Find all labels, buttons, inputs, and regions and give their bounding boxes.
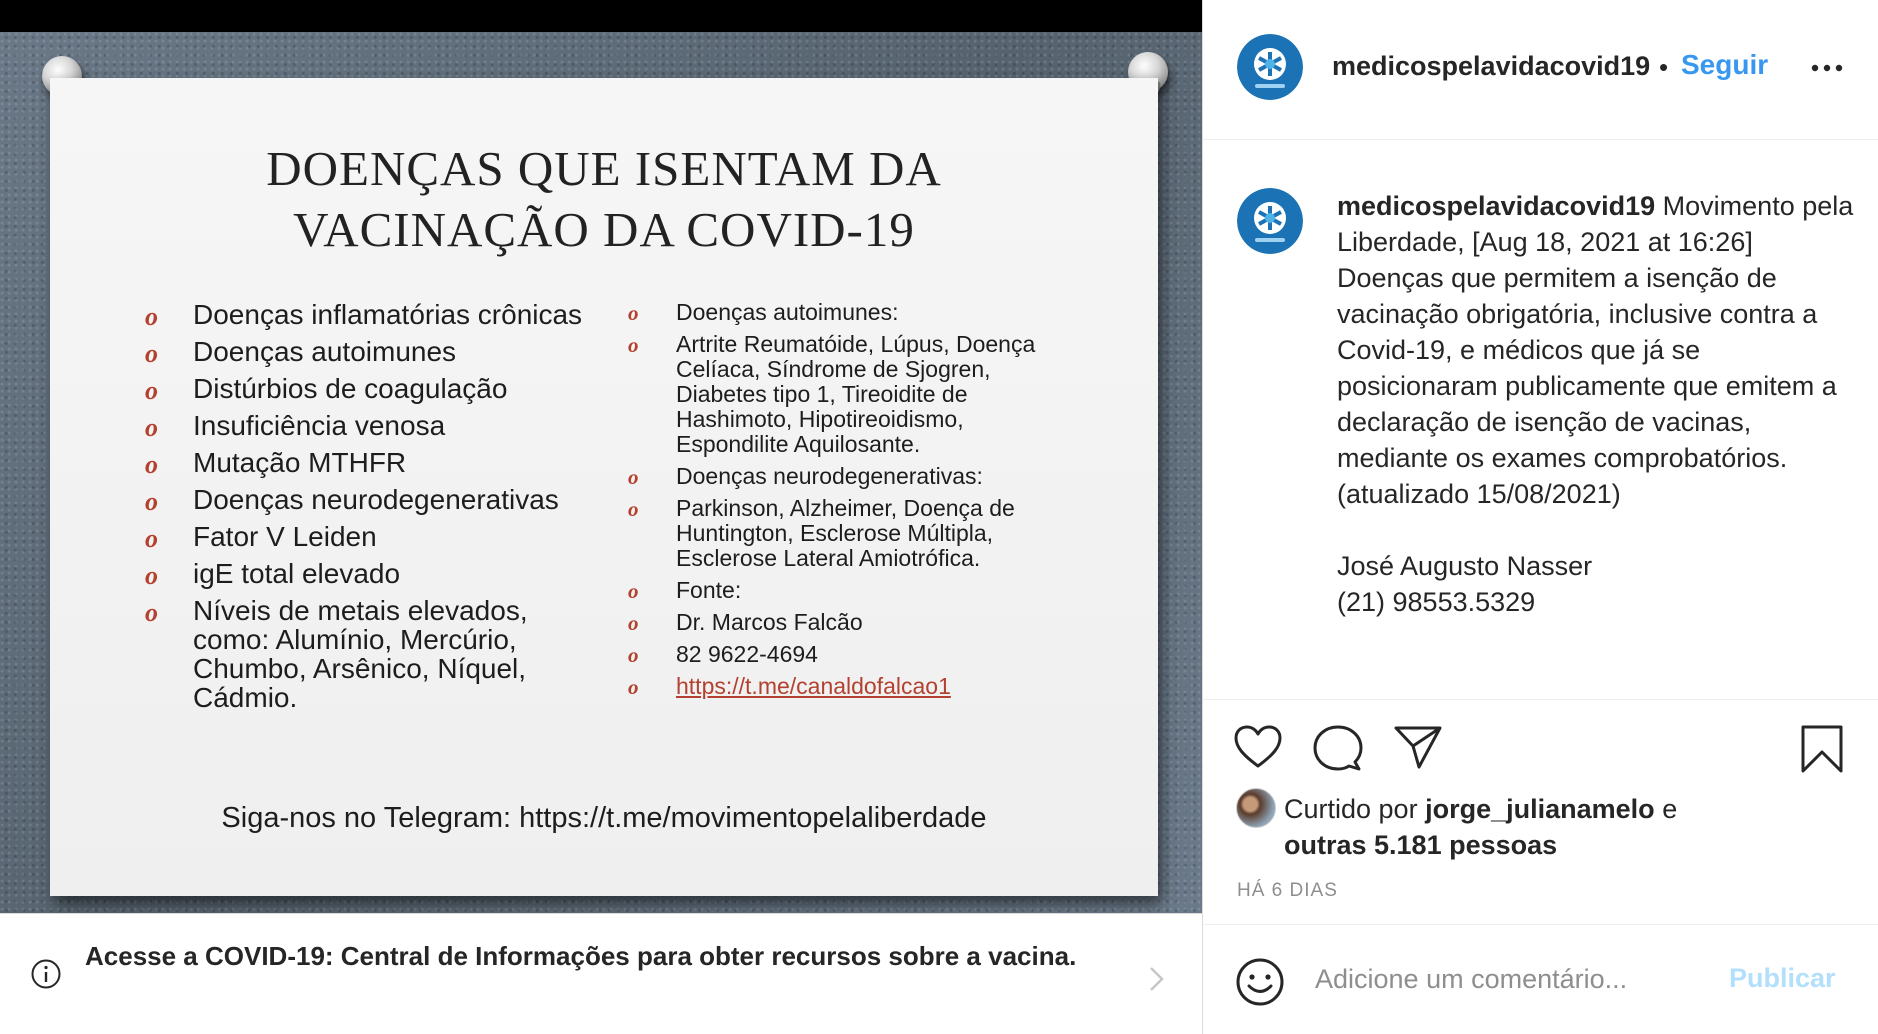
- list-item-link-text: https://t.me/canaldofalcao1: [676, 673, 951, 699]
- slide-title-line: DOENÇAS QUE ISENTAM DA: [266, 141, 942, 196]
- bullet-icon: o: [145, 339, 158, 368]
- list-item-text: Dr. Marcos Falcão: [676, 609, 863, 635]
- comment-bar: Publicar: [1203, 924, 1878, 1034]
- list-item: o Artrite Reumatóide, Lúpus, Doença Celía…: [628, 332, 1048, 457]
- liker-username[interactable]: jorge_julianamelo: [1425, 794, 1655, 824]
- list-item: o Doenças neurodegenerativas:: [628, 463, 1048, 490]
- post-timestamp[interactable]: HÁ 6 DIAS: [1237, 880, 1338, 902]
- list-item: o Doenças autoimunes: [145, 336, 585, 368]
- profile-logo-icon: [1237, 188, 1303, 254]
- list-item: o Fator V Leiden: [145, 521, 585, 553]
- left-condition-list: o Doenças inflamatórias crônicas o Doenças…: [145, 300, 585, 720]
- list-item: o Insuficiência venosa: [145, 410, 585, 442]
- list-item-text: Mutação MTHFR: [193, 447, 407, 478]
- corkboard-background: DOENÇAS QUE ISENTAM DA VACINAÇÃO DA COVI…: [0, 32, 1202, 913]
- bullet-icon: o: [628, 301, 639, 325]
- list-item-text: Níveis de metais elevados, como: Alumíni…: [193, 595, 528, 713]
- list-item: o Doenças autoimunes:: [628, 299, 1048, 326]
- slide-paper: DOENÇAS QUE ISENTAM DA VACINAÇÃO DA COVI…: [50, 78, 1158, 896]
- list-item-text: Distúrbios de coagulação: [193, 373, 508, 404]
- list-item-text: Fonte:: [676, 577, 742, 603]
- bullet-icon: o: [628, 611, 639, 635]
- list-item: o Doenças neurodegenerativas: [145, 484, 585, 516]
- bullet-icon: o: [628, 643, 639, 667]
- list-item: o Parkinson, Alzheimer, Doença de Hunting…: [628, 496, 1048, 571]
- list-item: o Níveis de metais elevados, como: Alumín…: [145, 596, 585, 712]
- liker-avatar[interactable]: [1236, 788, 1276, 828]
- likes-prefix: Curtido por: [1284, 794, 1418, 824]
- likes-joiner: e: [1662, 794, 1678, 824]
- emoji-icon[interactable]: [1235, 957, 1285, 1007]
- post-media[interactable]: DOENÇAS QUE ISENTAM DA VACINAÇÃO DA COVI…: [0, 0, 1202, 913]
- list-item-text: Doenças autoimunes:: [676, 299, 899, 325]
- info-icon: [31, 959, 61, 989]
- list-item: o igE total elevado: [145, 558, 585, 590]
- caption-area: medicospelavidacovid19 Movimento pela Li…: [1203, 140, 1878, 699]
- comment-icon[interactable]: [1313, 724, 1363, 772]
- post-header: medicospelavidacovid19 • Seguir: [1203, 0, 1878, 140]
- post-actions: Curtido por jorge_julianamelo e outras 5…: [1203, 699, 1878, 924]
- follow-button[interactable]: Seguir: [1681, 49, 1768, 81]
- likes-count-link[interactable]: outras 5.181 pessoas: [1284, 830, 1557, 860]
- bullet-icon: o: [145, 487, 158, 516]
- bullet-icon: o: [145, 413, 158, 442]
- list-item: o Distúrbios de coagulação: [145, 373, 585, 405]
- bookmark-icon[interactable]: [1799, 724, 1845, 774]
- bullet-icon: o: [628, 333, 639, 357]
- list-item: o Dr. Marcos Falcão: [628, 609, 1048, 636]
- list-item-text: Artrite Reumatóide, Lúpus, Doença Celíac…: [676, 331, 1036, 457]
- post-caption: medicospelavidacovid19 Movimento pela Li…: [1337, 188, 1857, 620]
- list-item: o Fonte:: [628, 577, 1048, 604]
- avatar[interactable]: [1237, 188, 1303, 254]
- list-item: o Mutação MTHFR: [145, 447, 585, 479]
- list-item-text: Fator V Leiden: [193, 521, 377, 552]
- list-item-text: Insuficiência venosa: [193, 410, 446, 441]
- header-username[interactable]: medicospelavidacovid19: [1332, 51, 1656, 82]
- caption-body: Doenças que permitem a isenção de vacina…: [1337, 263, 1837, 617]
- list-item-text: Parkinson, Alzheimer, Doença de Huntingt…: [676, 495, 1015, 571]
- comment-input[interactable]: [1315, 957, 1715, 1001]
- list-item-text: 82 9622-4694: [676, 641, 818, 667]
- list-item-text: Doenças neurodegenerativas: [193, 484, 559, 515]
- covid-info-banner[interactable]: Acesse a COVID-19: Central de Informaçõe…: [0, 913, 1202, 1034]
- list-item: o Doenças inflamatórias crônicas: [145, 299, 585, 331]
- post-sidebar: medicospelavidacovid19 • Seguir medicosp…: [1202, 0, 1878, 1034]
- right-condition-list: o Doenças autoimunes: o Artrite Reumatóide…: [628, 300, 1048, 706]
- bullet-icon: o: [145, 302, 158, 331]
- bullet-icon: o: [628, 579, 639, 603]
- likes-summary: Curtido por jorge_julianamelo e outras 5…: [1284, 791, 1844, 863]
- slide-title-line: VACINAÇÃO DA COVID-19: [293, 202, 915, 257]
- caption-author[interactable]: medicospelavidacovid19: [1337, 191, 1655, 221]
- bullet-icon: o: [145, 524, 158, 553]
- media-top-bar: [0, 0, 1202, 32]
- heart-icon[interactable]: [1233, 724, 1283, 770]
- chevron-right-icon[interactable]: [1145, 964, 1169, 994]
- separator-dot: •: [1659, 52, 1669, 82]
- publish-button[interactable]: Publicar: [1729, 963, 1836, 994]
- more-horizontal-icon[interactable]: [1807, 56, 1847, 80]
- list-item-text: igE total elevado: [193, 558, 401, 589]
- list-item: o https://t.me/canaldofalcao1: [628, 673, 1048, 700]
- slide-title: DOENÇAS QUE ISENTAM DA VACINAÇÃO DA COVI…: [50, 138, 1158, 260]
- covid-info-text: Acesse a COVID-19: Central de Informaçõe…: [85, 941, 1077, 971]
- bullet-icon: o: [145, 376, 158, 405]
- bullet-icon: o: [628, 465, 639, 489]
- telegram-line: Siga-nos no Telegram: https://t.me/movim…: [221, 802, 987, 834]
- profile-logo-icon: [1237, 34, 1303, 100]
- bullet-icon: o: [145, 598, 158, 627]
- bullet-icon: o: [145, 561, 158, 590]
- share-icon[interactable]: [1393, 724, 1443, 770]
- list-item-text: Doenças inflamatórias crônicas: [193, 299, 583, 330]
- bullet-icon: o: [628, 497, 639, 521]
- bullet-icon: o: [145, 450, 158, 479]
- list-item-text: Doenças neurodegenerativas:: [676, 463, 983, 489]
- list-item: o 82 9622-4694: [628, 641, 1048, 668]
- avatar[interactable]: [1237, 34, 1303, 100]
- list-item-text: Doenças autoimunes: [193, 336, 457, 367]
- bullet-icon: o: [628, 675, 639, 699]
